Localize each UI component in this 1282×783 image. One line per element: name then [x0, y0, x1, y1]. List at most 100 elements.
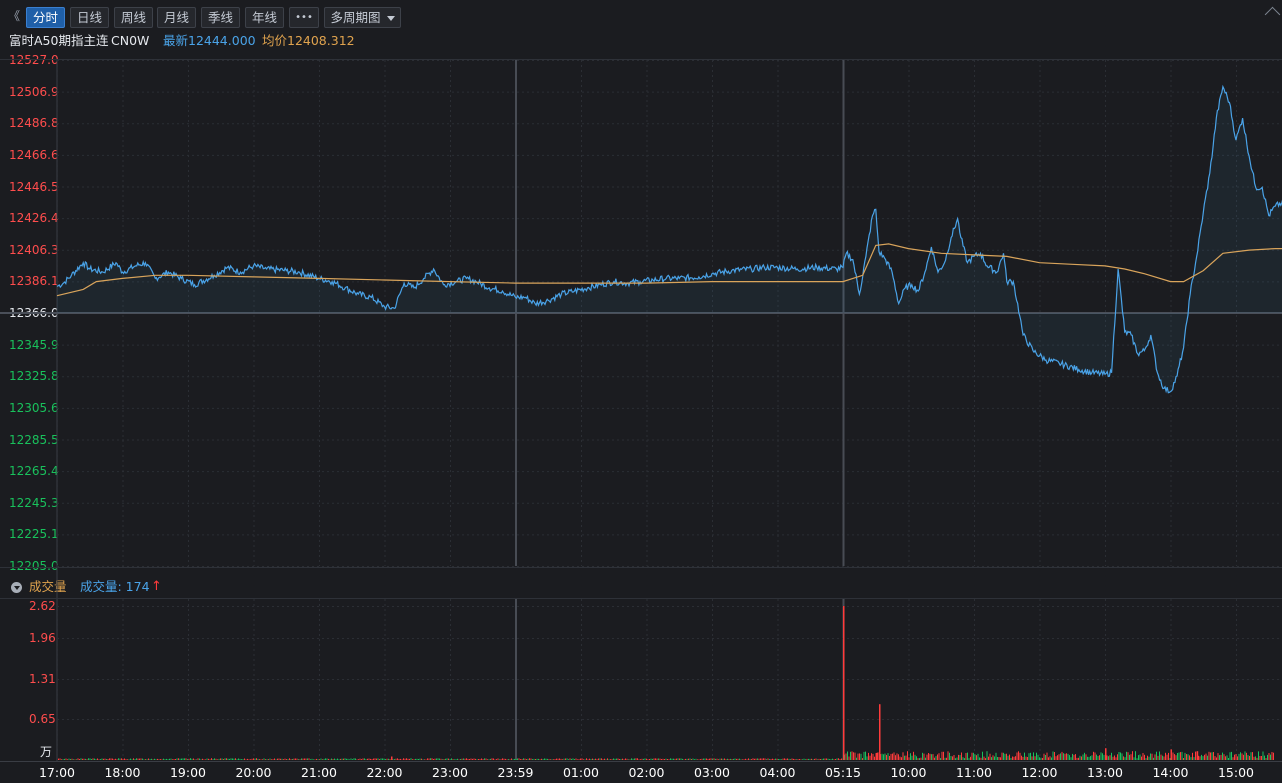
volume-bar — [74, 759, 76, 760]
volume-bar — [935, 756, 937, 760]
volume-bar — [905, 755, 907, 760]
volume-bar — [697, 759, 698, 760]
volume-bar — [466, 758, 467, 760]
volume-bar — [1096, 754, 1097, 760]
volume-bar — [118, 758, 119, 760]
volume-bar — [1145, 758, 1147, 760]
volume-bar — [530, 758, 532, 760]
volume-bar — [595, 758, 596, 760]
volume-bar — [508, 759, 509, 760]
volume-bar — [770, 759, 772, 760]
volume-bar — [919, 758, 920, 760]
volume-bar — [296, 758, 298, 760]
volume-bar — [578, 759, 580, 760]
volume-bar — [209, 759, 211, 760]
volume-bar — [160, 759, 161, 760]
volume-bar — [563, 758, 565, 760]
volume-bar — [1114, 755, 1115, 760]
volume-bar — [437, 758, 439, 760]
volume-bar — [218, 758, 220, 760]
volume-bar — [140, 758, 142, 760]
volume-bar — [667, 759, 668, 760]
volume-bar — [404, 758, 406, 760]
volume-bar — [119, 758, 121, 760]
volume-bar — [995, 752, 997, 760]
volume-bar — [994, 756, 995, 760]
volume-bar — [695, 758, 697, 760]
volume-bar — [407, 758, 409, 760]
volume-bar — [371, 759, 373, 760]
volume-bar — [383, 758, 385, 760]
volume-bar — [1103, 754, 1105, 760]
volume-bar — [377, 758, 379, 760]
volume-bar — [1112, 756, 1114, 760]
volume-bar — [134, 759, 136, 760]
volume-bar — [394, 759, 395, 760]
volume-bar — [533, 758, 535, 760]
volume-bar — [1229, 752, 1231, 760]
volume-bar — [182, 758, 184, 760]
volume-bar — [142, 758, 143, 760]
volume-bar — [320, 758, 322, 760]
volume-bar — [1168, 752, 1169, 760]
volume-bar — [934, 757, 935, 760]
volume-bar — [335, 759, 337, 760]
volume-bar — [103, 758, 104, 760]
volume-bar — [677, 758, 679, 760]
volume-bar — [1073, 754, 1075, 760]
volume-bar — [202, 758, 203, 760]
volume-bar — [268, 759, 269, 760]
volume-bar — [1129, 754, 1130, 760]
volume-bar — [1064, 753, 1066, 760]
volume-bar — [505, 758, 506, 760]
volume-bar — [715, 758, 716, 760]
volume-bar — [227, 758, 229, 760]
volume-bar — [548, 759, 550, 760]
volume-bar — [814, 758, 815, 760]
volume-bar — [806, 758, 808, 760]
volume-bar — [146, 759, 148, 760]
volume-bar — [683, 759, 685, 760]
volume-bar — [736, 758, 737, 760]
volume-bar — [1037, 754, 1039, 760]
volume-bar — [1022, 756, 1024, 760]
volume-bar — [1253, 756, 1255, 760]
volume-bar — [1219, 755, 1220, 760]
volume-bar — [544, 758, 545, 760]
volume-bar — [485, 758, 487, 760]
volume-bar — [622, 758, 623, 760]
volume-bar — [922, 752, 923, 760]
volume-bar — [865, 751, 866, 760]
volume-bar — [1049, 756, 1051, 760]
volume-bar — [907, 751, 908, 760]
volume-bar — [85, 758, 86, 760]
volume-bar — [1193, 757, 1195, 760]
volume-bar — [1225, 756, 1226, 760]
volume-bar — [848, 756, 850, 760]
volume-bar — [430, 758, 431, 760]
volume-bar — [989, 753, 991, 760]
volume-bar — [1010, 758, 1012, 760]
volume-bar — [721, 758, 722, 760]
volume-bar — [1072, 753, 1073, 760]
volume-bar — [937, 754, 938, 760]
volume-bar — [521, 759, 523, 760]
volume-bar — [638, 759, 640, 760]
volume-bar — [1249, 756, 1250, 760]
volume-bar — [133, 758, 134, 760]
volume-bar — [1232, 757, 1234, 760]
volume-bar — [868, 752, 869, 760]
volume-bar — [122, 758, 124, 760]
volume-bar — [487, 759, 488, 760]
volume-bar — [1223, 754, 1225, 760]
volume-bar — [755, 758, 757, 760]
volume-bar — [649, 759, 650, 760]
volume-bar — [749, 759, 751, 760]
volume-bar — [725, 759, 727, 760]
volume-bar — [688, 758, 689, 760]
volume-bar — [1021, 755, 1022, 760]
volume-bar — [1004, 753, 1006, 760]
volume-bar — [797, 759, 799, 760]
volume-bar — [812, 759, 814, 760]
volume-bar — [803, 758, 805, 760]
